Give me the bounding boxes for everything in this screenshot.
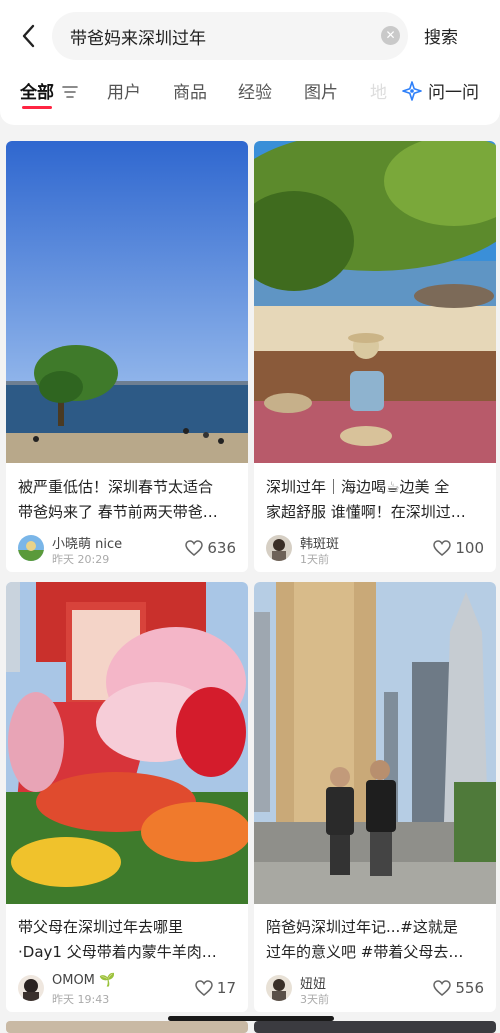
like-button[interactable]: 556 <box>433 979 484 997</box>
avatar[interactable] <box>18 975 44 1001</box>
post-time: 1天前 <box>300 553 329 566</box>
post-title[interactable]: 深圳过年｜海边喝☕边美 全 家超舒服 谁懂啊！在深圳过… <box>266 475 488 525</box>
tab-images[interactable]: 图片 <box>304 78 338 103</box>
post-title[interactable]: 陪爸妈深圳过年记...#这就是 过年的意义吧 #带着父母去… <box>266 915 488 965</box>
post-card[interactable]: 带父母在深圳过年去哪里 ·Day1 父母带着内蒙牛羊肉… OMOM 🌱 昨天 1… <box>6 582 248 1012</box>
post-title[interactable]: 被严重低估！深圳春节太适合 带爸妈来了 春节前两天带爸… <box>18 475 240 525</box>
post-card[interactable]: 被严重低估！深圳春节太适合 带爸妈来了 春节前两天带爸… 小晓萌 nice 昨天… <box>6 141 248 572</box>
active-tab-indicator <box>22 106 52 109</box>
author-name[interactable]: 妞妞 <box>300 973 326 992</box>
tab-products[interactable]: 商品 <box>173 78 207 103</box>
tab-all[interactable]: 全部 <box>20 78 54 103</box>
ask-label: 问一问 <box>428 83 479 103</box>
post-title[interactable]: 带父母在深圳过年去哪里 ·Day1 父母带着内蒙牛羊肉… <box>18 915 240 965</box>
avatar[interactable] <box>18 535 44 561</box>
like-button[interactable]: 17 <box>195 979 236 997</box>
post-time: 昨天 20:29 <box>52 553 110 566</box>
heart-icon <box>433 980 452 996</box>
post-card[interactable]: 深圳过年｜海边喝☕边美 全 家超舒服 谁懂啊！在深圳过… 韩斑斑 1天前 100 <box>254 141 496 572</box>
home-indicator[interactable] <box>168 1016 334 1021</box>
post-time: 昨天 19:43 <box>52 993 110 1006</box>
ask-button[interactable]: 问一问 <box>402 78 479 103</box>
tab-experience[interactable]: 经验 <box>238 78 272 103</box>
post-image[interactable] <box>254 141 496 463</box>
tab-places[interactable]: 地 <box>370 78 387 103</box>
back-button[interactable] <box>14 20 42 52</box>
heart-icon <box>185 540 204 556</box>
filter-icon[interactable] <box>62 85 78 99</box>
like-count: 636 <box>207 539 236 557</box>
post-card[interactable]: 陪爸妈深圳过年记...#这就是 过年的意义吧 #带着父母去… 妞妞 3天前 55… <box>254 582 496 1012</box>
search-button[interactable]: 搜索 <box>424 23 458 48</box>
heart-icon <box>433 540 452 556</box>
author-name[interactable]: OMOM 🌱 <box>52 973 115 988</box>
like-count: 556 <box>455 979 484 997</box>
heart-icon <box>195 980 213 996</box>
like-count: 17 <box>216 979 236 997</box>
like-button[interactable]: 636 <box>185 539 236 557</box>
like-button[interactable]: 100 <box>433 539 484 557</box>
like-count: 100 <box>455 539 484 557</box>
clear-icon[interactable]: ✕ <box>381 26 400 45</box>
post-image[interactable] <box>254 582 496 904</box>
search-header: 带爸妈来深圳过年 ✕ 搜索 全部 用户 商品 经验 图片 地 问一问 <box>0 0 500 125</box>
search-input[interactable]: 带爸妈来深圳过年 <box>70 24 206 49</box>
author-name[interactable]: 韩斑斑 <box>300 533 339 552</box>
author-name[interactable]: 小晓萌 nice <box>52 533 122 552</box>
sparkle-icon <box>402 80 422 101</box>
post-image[interactable] <box>6 141 248 463</box>
avatar[interactable] <box>266 975 292 1001</box>
search-box[interactable]: 带爸妈来深圳过年 ✕ <box>52 12 408 60</box>
chevron-left-icon <box>22 24 35 48</box>
avatar[interactable] <box>266 535 292 561</box>
tab-users[interactable]: 用户 <box>107 78 141 103</box>
post-time: 3天前 <box>300 993 329 1006</box>
post-image[interactable] <box>6 582 248 904</box>
